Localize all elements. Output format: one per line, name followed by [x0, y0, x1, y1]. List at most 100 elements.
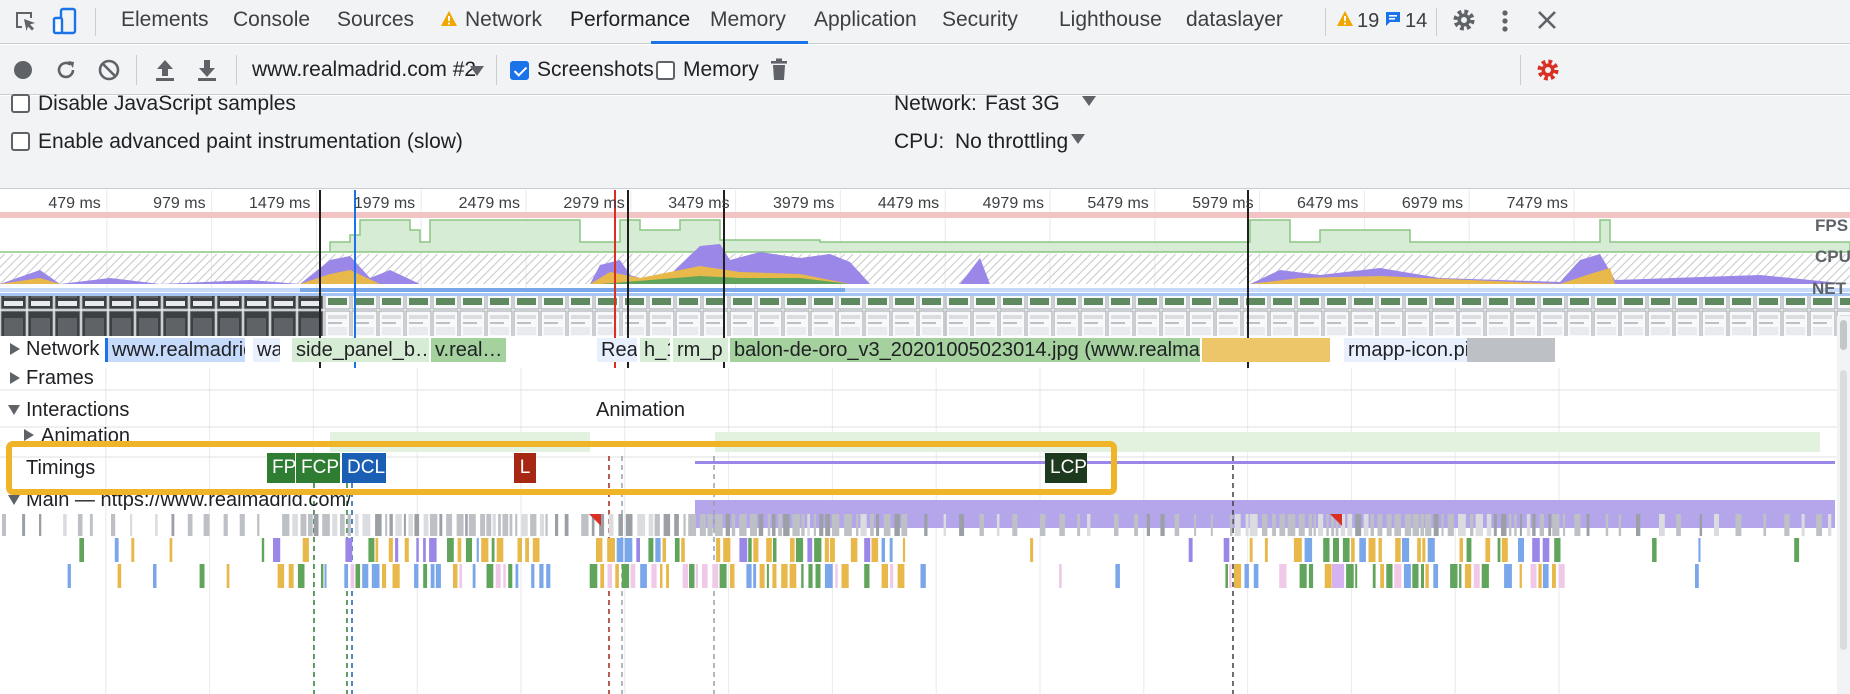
main-thread-task[interactable] — [637, 514, 646, 536]
main-thread-task[interactable] — [746, 564, 752, 588]
main-thread-task[interactable] — [1346, 564, 1354, 588]
main-thread-task[interactable] — [1493, 514, 1497, 536]
main-thread-task[interactable] — [772, 514, 776, 536]
tab-network[interactable]: Network — [465, 8, 542, 32]
main-thread-task[interactable] — [389, 514, 393, 536]
main-thread-task[interactable] — [825, 514, 831, 536]
main-thread-task[interactable] — [302, 538, 309, 562]
main-thread-task[interactable] — [1077, 514, 1081, 536]
screenshots-checkbox[interactable] — [510, 61, 529, 80]
network-request-pending[interactable] — [1467, 338, 1555, 362]
main-thread-task[interactable] — [753, 538, 759, 562]
main-thread-task[interactable] — [1368, 538, 1376, 562]
main-thread-task[interactable] — [1530, 564, 1537, 588]
main-thread-task[interactable] — [943, 514, 947, 536]
main-thread-task[interactable] — [824, 564, 833, 588]
main-thread-task[interactable] — [1542, 564, 1549, 588]
main-thread-task[interactable] — [707, 514, 713, 536]
main-thread-task[interactable] — [476, 538, 479, 562]
main-thread-task[interactable] — [1508, 514, 1512, 536]
main-thread-task[interactable] — [1039, 514, 1046, 536]
main-thread-task[interactable] — [1422, 538, 1426, 562]
main-thread-task[interactable] — [468, 514, 476, 536]
capture-settings-gear-icon[interactable] — [1535, 57, 1561, 83]
main-thread-task[interactable] — [1574, 514, 1581, 536]
main-thread-task[interactable] — [423, 514, 429, 536]
main-thread-task[interactable] — [856, 514, 859, 536]
main-thread-task[interactable] — [1470, 514, 1474, 536]
network-request[interactable]: balon-de-oro_v3_20201005023014.jpg (www.… — [730, 338, 1200, 362]
main-thread-task[interactable] — [1404, 514, 1412, 536]
main-thread-task[interactable] — [1386, 514, 1392, 536]
main-thread-task[interactable] — [564, 514, 569, 536]
main-thread-task[interactable] — [689, 564, 695, 588]
main-thread-task[interactable] — [288, 564, 294, 588]
memory-checkbox[interactable] — [656, 61, 675, 80]
main-thread-task[interactable] — [169, 538, 173, 562]
main-thread-task[interactable] — [714, 514, 723, 536]
main-thread-task[interactable] — [920, 564, 926, 588]
main-thread-task[interactable] — [1698, 538, 1701, 562]
disable-js-samples-label[interactable]: Disable JavaScript samples — [38, 92, 296, 116]
main-thread-task[interactable] — [429, 538, 437, 562]
main-thread-task[interactable] — [860, 514, 867, 536]
animation-expand-icon[interactable] — [23, 428, 35, 442]
tab-console[interactable]: Console — [233, 8, 310, 32]
main-thread-task[interactable] — [1652, 538, 1657, 562]
main-thread-task[interactable] — [608, 514, 614, 536]
main-thread-task[interactable] — [1351, 538, 1355, 562]
main-thread-task[interactable] — [695, 564, 698, 588]
main-thread-task[interactable] — [1473, 564, 1480, 588]
main-thread-task[interactable] — [701, 564, 708, 588]
main-thread-task[interactable] — [1194, 514, 1197, 536]
main-thread-task[interactable] — [750, 514, 757, 536]
main-thread-task[interactable] — [1636, 514, 1641, 536]
main-thread-task[interactable] — [1501, 514, 1507, 536]
tab-memory[interactable]: Memory — [710, 8, 786, 32]
main-thread-task[interactable] — [472, 564, 476, 588]
main-thread-task[interactable] — [1441, 514, 1444, 536]
main-thread-task[interactable] — [439, 514, 443, 536]
main-thread-task[interactable] — [778, 514, 783, 536]
main-thread-task[interactable] — [392, 564, 400, 588]
main-thread-task[interactable] — [1355, 514, 1362, 536]
main-thread-task[interactable] — [730, 564, 735, 588]
main-thread-task[interactable] — [897, 564, 905, 588]
main-thread-task[interactable] — [864, 538, 871, 562]
main-thread-task[interactable] — [1539, 514, 1544, 536]
main-thread-task[interactable] — [362, 564, 369, 588]
main-thread-task[interactable] — [539, 564, 544, 588]
main-thread-task[interactable] — [683, 514, 686, 536]
main-thread-task[interactable] — [1421, 564, 1424, 588]
main-thread-task[interactable] — [835, 564, 838, 588]
main-thread-task[interactable] — [1244, 564, 1249, 588]
main-thread-task[interactable] — [1464, 564, 1472, 588]
main-thread-task[interactable] — [2, 514, 6, 536]
main-thread-task[interactable] — [1272, 514, 1276, 536]
main-thread-task[interactable] — [850, 538, 858, 562]
main-thread-task[interactable] — [1012, 514, 1018, 536]
main-thread-task[interactable] — [368, 538, 375, 562]
main-thread-task[interactable] — [187, 514, 193, 536]
main-thread-task[interactable] — [300, 514, 307, 536]
main-thread-task[interactable] — [1554, 538, 1561, 562]
main-thread-task[interactable] — [841, 564, 849, 588]
main-thread-task[interactable] — [1714, 514, 1719, 536]
main-thread-task[interactable] — [1233, 564, 1242, 588]
main-thread-task[interactable] — [1514, 514, 1517, 536]
main-thread-task[interactable] — [344, 564, 349, 588]
main-thread-task[interactable] — [1359, 538, 1366, 562]
main-thread-task[interactable] — [314, 514, 319, 536]
cpu-throttle-select[interactable]: No throttling — [955, 130, 1068, 154]
main-thread-task[interactable] — [1333, 538, 1339, 562]
messages-count[interactable]: 14 — [1405, 10, 1427, 33]
cpu-dropdown-chevron-icon[interactable] — [1071, 134, 1085, 144]
main-thread-task[interactable] — [618, 514, 623, 536]
main-thread-task[interactable] — [1417, 538, 1421, 562]
main-thread-task[interactable] — [226, 564, 230, 588]
main-thread-task[interactable] — [39, 514, 42, 536]
main-thread-task[interactable] — [1447, 514, 1454, 536]
record-icon[interactable] — [12, 59, 34, 81]
main-thread-task[interactable] — [674, 514, 679, 536]
main-thread-task[interactable] — [498, 514, 501, 536]
